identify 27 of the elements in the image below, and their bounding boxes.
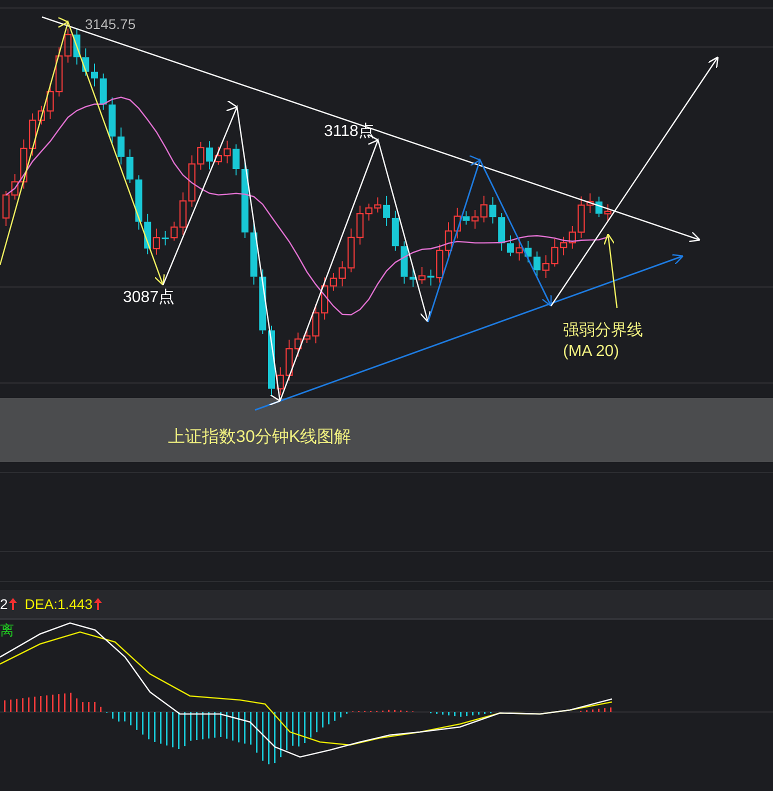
- candlestick: [489, 196, 496, 224]
- candlestick: [108, 96, 116, 144]
- candlestick: [91, 63, 98, 87]
- candlestick: [400, 240, 408, 284]
- candlestick: [604, 204, 612, 222]
- indicator-value: 2: [0, 596, 8, 612]
- candlestick: [197, 141, 204, 170]
- candlestick: [312, 304, 320, 344]
- candlestick: [224, 140, 231, 164]
- candlestick: [82, 48, 90, 76]
- candlestick: [534, 251, 540, 277]
- candlestick: [542, 254, 550, 278]
- candlestick: [524, 240, 532, 263]
- divergence-label: 离: [0, 622, 14, 640]
- annotation-label: (MA 20): [563, 342, 620, 362]
- annotation-label: 强弱分界线: [563, 320, 643, 341]
- indicator-value: DEA:1.443: [24, 596, 93, 612]
- candlestick: [100, 73, 107, 110]
- price-label: 3145.75: [85, 16, 136, 32]
- candlestick: [259, 268, 266, 334]
- candlestick: [516, 238, 523, 262]
- candlestick: [276, 366, 284, 396]
- candlestick: [578, 196, 585, 238]
- price-label: 3087点: [123, 288, 175, 308]
- candlestick: [374, 196, 382, 213]
- candlestick: [135, 174, 142, 230]
- chart-caption: 上证指数30分钟K线图解: [168, 426, 352, 448]
